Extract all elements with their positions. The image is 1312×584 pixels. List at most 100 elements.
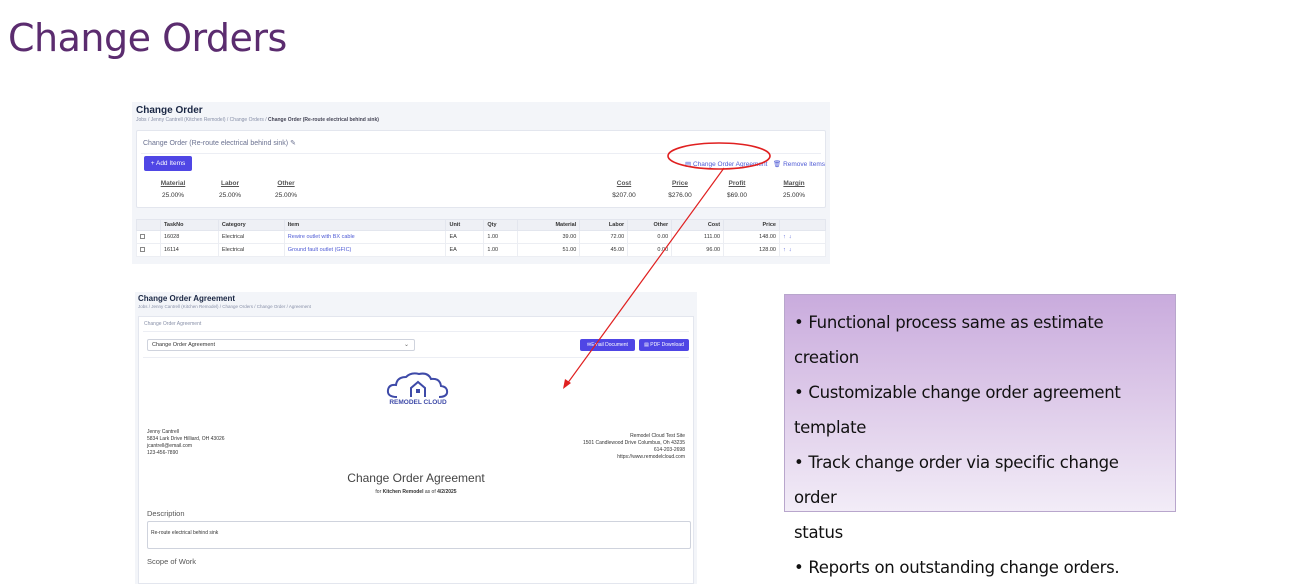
cell-category: Electrical	[217, 243, 285, 257]
cell-item-link[interactable]: Ground fault outlet (GFIC)	[283, 243, 447, 257]
stat-label: Material	[160, 180, 186, 187]
pencil-icon[interactable]: ✎	[290, 140, 296, 147]
header-other[interactable]: Other	[627, 219, 673, 231]
header-taskno[interactable]: TaskNo	[159, 219, 219, 231]
subtitle-mid: as of	[424, 489, 436, 495]
header-category[interactable]: Category	[217, 219, 285, 231]
document-subtitle: for Kitchen Remodel as of 4/2/2025	[139, 489, 693, 495]
logo-text: REMODEL CLOUD	[389, 399, 447, 406]
divider	[141, 153, 821, 154]
stat-cost: Cost $207.00	[599, 180, 649, 199]
cell-taskno: 16114	[159, 243, 219, 257]
stat-label: Profit	[728, 180, 746, 187]
cell-unit: EA	[445, 230, 485, 244]
cell-labor: 45.00	[579, 243, 629, 257]
email-document-button[interactable]: ✉Email Document	[580, 339, 635, 351]
stat-profit: Profit $69.00	[712, 180, 762, 199]
stat-label: Other	[277, 180, 295, 187]
cell-other: 0.00	[627, 230, 673, 244]
header-actions	[778, 219, 827, 231]
change-order-agreement-link[interactable]: ▤ Change Order Agreement	[685, 160, 767, 168]
chevron-down-icon: ⌄	[403, 342, 409, 348]
bullet-line: • Track change order via specific change…	[794, 453, 1119, 507]
slide: Change Orders Change Order Jobs / Jenny …	[0, 0, 1312, 584]
add-items-button[interactable]: + Add Items	[144, 156, 192, 171]
move-down-icon[interactable]: ↓	[789, 247, 792, 253]
template-select[interactable]: Change Order Agreement ⌄	[147, 339, 415, 351]
stat-value: $276.00	[668, 192, 692, 199]
bullet-line: status	[794, 523, 843, 542]
company-website: https://www.remodelcloud.com	[617, 454, 685, 460]
subtitle-date: 4/2/2025	[437, 489, 457, 495]
pdf-button-label: PDF Download	[650, 342, 684, 348]
move-down-icon[interactable]: ↓	[789, 234, 792, 240]
remodel-cloud-logo: REMODEL CLOUD	[383, 369, 453, 409]
bullet-line: • Customizable change order agreement	[794, 383, 1121, 402]
header-item[interactable]: Item	[283, 219, 447, 231]
cell-item-link[interactable]: Rewire outlet with BX cable	[283, 230, 447, 244]
breadcrumb: Jobs / Jenny Cantrell (Kitchen Remodel) …	[136, 117, 379, 123]
cell-material: 51.00	[517, 243, 581, 257]
pdf-icon: ▤	[644, 342, 649, 348]
company-address: 1501 Candlewood Drive Columbus, Oh 43235	[582, 440, 685, 446]
items-table: TaskNo Category Item Unit Qty Material L…	[136, 219, 827, 257]
bullet-line: • Functional process same as estimate cr…	[794, 313, 1104, 367]
cell-cost: 111.00	[671, 230, 725, 244]
stat-value: 25.00%	[218, 192, 242, 199]
agreement-sub-label: Change Order Agreement	[144, 321, 202, 327]
email-button-label: Email Document	[591, 342, 628, 348]
header-price[interactable]: Price	[723, 219, 780, 231]
breadcrumb-current: Change Order (Re-route electrical behind…	[268, 117, 379, 123]
move-up-icon[interactable]: ↑	[783, 234, 786, 240]
slide-title: Change Orders	[8, 16, 287, 60]
stat-label: Labor	[220, 180, 240, 187]
move-up-icon[interactable]: ↑	[783, 247, 786, 253]
stat-value: $69.00	[727, 192, 747, 199]
company-block: Remodel Cloud Test Site 1501 Candlewood …	[583, 433, 685, 461]
header-select	[136, 219, 161, 231]
row-checkbox[interactable]	[140, 233, 145, 239]
customer-email: jcantrell@email.com	[147, 443, 193, 449]
change-order-panel: Change Order (Re-route electrical behind…	[136, 130, 826, 208]
agreement-page-title: Change Order Agreement	[138, 294, 236, 303]
feature-callout: • Functional process same as estimate cr…	[784, 294, 1176, 577]
divider	[143, 357, 689, 358]
bullet-line: • Reports on outstanding change orders.	[794, 558, 1120, 577]
header-cost[interactable]: Cost	[671, 219, 725, 231]
description-heading: Description	[147, 509, 185, 518]
stat-label: Cost	[616, 180, 632, 187]
row-checkbox[interactable]	[140, 246, 145, 252]
cell-category: Electrical	[217, 230, 285, 244]
bullet-line: template	[794, 418, 867, 437]
change-order-name: Change Order (Re-route electrical behind…	[143, 139, 296, 147]
stat-value: 25.00%	[274, 192, 298, 199]
cell-price: 128.00	[723, 243, 780, 257]
remove-items-label: Remove Items	[783, 161, 825, 168]
header-qty[interactable]: Qty	[483, 219, 519, 231]
pdf-download-button[interactable]: ▤ PDF Download	[639, 339, 689, 351]
company-name: Remodel Cloud Test Site	[630, 433, 685, 439]
description-field[interactable]: Re-route electrical behind sink	[147, 521, 691, 549]
trash-icon: 🗑	[773, 161, 782, 168]
agreement-document: Change Order Agreement Change Order Agre…	[138, 316, 694, 584]
cell-price: 148.00	[723, 230, 780, 244]
change-order-screenshot: Change Order Jobs / Jenny Cantrell (Kitc…	[132, 102, 830, 264]
table-row: 16028 Electrical Rewire outlet with BX c…	[136, 230, 827, 244]
breadcrumb-jobs[interactable]: Jobs	[136, 117, 147, 123]
breadcrumb-change-orders[interactable]: Change Orders	[230, 117, 264, 123]
breadcrumb-job[interactable]: Jenny Cantrell (Kitchen Remodel)	[151, 117, 226, 123]
cell-taskno: 16028	[159, 230, 219, 244]
subtitle-project: Kitchen Remodel	[382, 489, 424, 495]
scope-of-work-heading: Scope of Work	[147, 557, 197, 566]
header-material[interactable]: Material	[517, 219, 581, 231]
document-icon: ▤	[685, 161, 692, 168]
header-unit[interactable]: Unit	[445, 219, 485, 231]
stat-price: Price $276.00	[655, 180, 705, 199]
agreement-breadcrumb[interactable]: Jobs / Jenny Cantrell (Kitchen Remodel) …	[138, 304, 311, 309]
cell-unit: EA	[445, 243, 485, 257]
customer-phone: 123-456-7890	[147, 450, 179, 456]
remove-items-link[interactable]: 🗑 Remove Items	[773, 160, 825, 168]
header-labor[interactable]: Labor	[579, 219, 629, 231]
table-header-row: TaskNo Category Item Unit Qty Material L…	[136, 219, 827, 231]
cell-qty: 1.00	[483, 230, 519, 244]
